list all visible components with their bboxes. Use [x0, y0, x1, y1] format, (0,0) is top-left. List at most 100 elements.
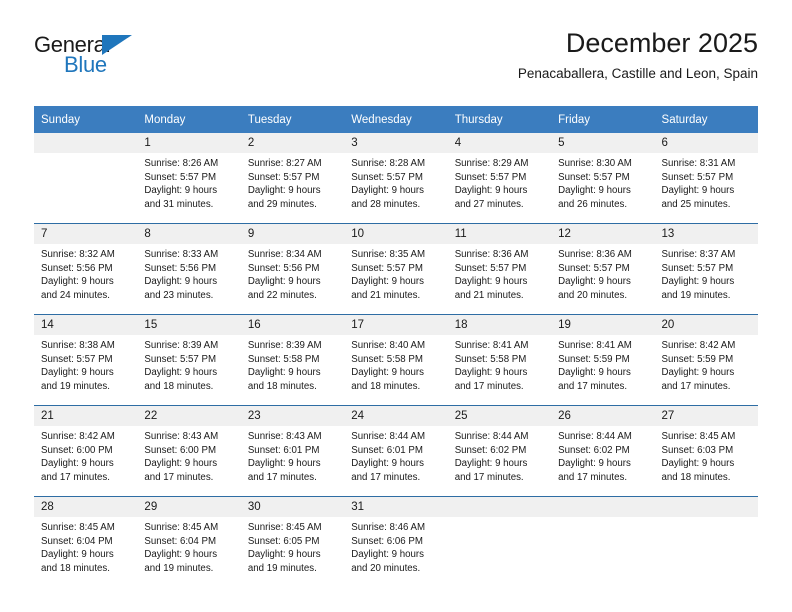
day-sun-info: Sunrise: 8:39 AM Sunset: 5:58 PM Daylight:… [241, 335, 344, 393]
day-daylight-line1-text: Daylight: 9 hours [247, 276, 321, 288]
calendar-day-cell[interactable]: 24 Sunrise: 8:44 AM Sunset: 6:01 PM Dayligh… [344, 405, 448, 497]
calendar-day-cell[interactable]: 9 Sunrise: 8:34 AM Sunset: 5:56 PM Daylight… [240, 223, 345, 315]
day-sun-info: Sunrise: 8:36 AM Sunset: 5:57 PM Daylight:… [551, 244, 654, 302]
calendar-day-cell[interactable]: 16 Sunrise: 8:39 AM Sunset: 5:58 PM Dayligh… [240, 314, 345, 406]
day-sun-info: Sunrise: 8:41 AM Sunset: 5:58 PM Daylight:… [448, 335, 551, 393]
day-number [551, 497, 655, 517]
day-daylight-line1-text: Daylight: 9 hours [144, 276, 218, 288]
calendar-day-cell[interactable]: 31 Sunrise: 8:46 AM Sunset: 6:06 PM Dayligh… [344, 496, 448, 587]
calendar-day-cell[interactable]: 20 Sunrise: 8:42 AM Sunset: 5:59 PM Dayligh… [654, 314, 758, 406]
day-number [654, 497, 758, 517]
day-sunrise-text: Sunrise: 8:45 AM [41, 522, 115, 533]
day-sunset-text: Sunset: 5:56 PM [144, 262, 217, 274]
weekday-header-row: Sunday Monday Tuesday Wednesday Thursday Frid… [34, 106, 758, 133]
day-daylight-line2-text: and 17 minutes. [454, 471, 524, 483]
calendar-day-cell[interactable]: 1 Sunrise: 8:26 AM Sunset: 5:57 PM Daylight… [137, 133, 241, 224]
day-number: 12 [551, 224, 655, 244]
calendar-table: Sunday Monday Tuesday Wednesday Thursday Frid… [34, 106, 758, 587]
calendar-day-cell[interactable]: 21 Sunrise: 8:42 AM Sunset: 6:00 PM Dayligh… [34, 405, 138, 497]
day-number: 24 [344, 406, 448, 426]
day-number: 21 [34, 406, 138, 426]
calendar-day-cell[interactable]: 29 Sunrise: 8:45 AM Sunset: 6:04 PM Dayligh… [137, 496, 241, 587]
calendar-day-cell[interactable]: 12 Sunrise: 8:36 AM Sunset: 5:57 PM Dayligh… [551, 223, 655, 315]
calendar-day-cell[interactable]: 14 Sunrise: 8:38 AM Sunset: 5:57 PM Dayligh… [34, 314, 138, 406]
day-sunrise-text: Sunrise: 8:28 AM [351, 158, 426, 169]
calendar-day-cell[interactable]: 3 Sunrise: 8:28 AM Sunset: 5:57 PM Daylight… [344, 133, 448, 224]
calendar-day-cell[interactable]: 5 Sunrise: 8:30 AM Sunset: 5:57 PM Daylight… [551, 133, 655, 224]
calendar-day-cell[interactable]: 26 Sunrise: 8:44 AM Sunset: 6:02 PM Dayligh… [551, 405, 655, 497]
calendar-day-cell[interactable]: 7 Sunrise: 8:32 AM Sunset: 5:56 PM Daylight… [34, 223, 138, 315]
day-daylight-line2-text: and 29 minutes. [247, 198, 317, 210]
day-sunrise-text: Sunrise: 8:39 AM [144, 340, 219, 351]
day-daylight-line1-text: Daylight: 9 hours [41, 549, 114, 561]
calendar-day-cell[interactable]: 30 Sunrise: 8:45 AM Sunset: 6:05 PM Dayligh… [240, 496, 345, 587]
day-daylight-line2-text: and 24 minutes. [41, 289, 110, 301]
day-number: 23 [240, 406, 345, 426]
calendar-day-cell-empty [447, 496, 552, 587]
day-number: 16 [240, 315, 345, 335]
calendar-day-cell-empty [34, 133, 138, 224]
day-daylight-line1-text: Daylight: 9 hours [351, 367, 424, 379]
calendar-week-row: 28 Sunrise: 8:45 AM Sunset: 6:04 PM Dayligh… [34, 496, 758, 587]
calendar-day-cell[interactable]: 8 Sunrise: 8:33 AM Sunset: 5:56 PM Daylight… [137, 223, 241, 315]
day-number: 6 [654, 133, 758, 153]
day-sunset-text: Sunset: 6:04 PM [144, 535, 217, 547]
day-sun-info: Sunrise: 8:30 AM Sunset: 5:57 PM Daylight:… [551, 153, 654, 211]
page-header: General Blue December 2025 Penacaballera… [34, 26, 758, 96]
day-number [447, 497, 552, 517]
day-number: 9 [240, 224, 345, 244]
day-number: 7 [34, 224, 138, 244]
day-sunset-text: Sunset: 6:02 PM [454, 444, 527, 456]
day-sun-info: Sunrise: 8:42 AM Sunset: 6:00 PM Daylight:… [34, 426, 137, 484]
calendar-day-cell[interactable]: 27 Sunrise: 8:45 AM Sunset: 6:03 PM Dayligh… [654, 405, 758, 497]
day-sun-info: Sunrise: 8:34 AM Sunset: 5:56 PM Daylight:… [241, 244, 344, 302]
day-daylight-line1-text: Daylight: 9 hours [247, 458, 321, 470]
day-daylight-line2-text: and 18 minutes. [661, 471, 731, 483]
day-sun-info: Sunrise: 8:46 AM Sunset: 6:06 PM Daylight:… [344, 517, 447, 575]
day-daylight-line1-text: Daylight: 9 hours [144, 458, 218, 470]
calendar-day-cell[interactable]: 18 Sunrise: 8:41 AM Sunset: 5:58 PM Dayligh… [447, 314, 552, 406]
day-sunset-text: Sunset: 6:01 PM [247, 444, 320, 456]
day-daylight-line2-text: and 17 minutes. [454, 380, 524, 392]
calendar-day-cell[interactable]: 17 Sunrise: 8:40 AM Sunset: 5:58 PM Dayligh… [344, 314, 448, 406]
day-sunrise-text: Sunrise: 8:44 AM [454, 431, 529, 442]
calendar-day-cell[interactable]: 10 Sunrise: 8:35 AM Sunset: 5:57 PM Dayligh… [344, 223, 448, 315]
calendar-day-cell[interactable]: 11 Sunrise: 8:36 AM Sunset: 5:57 PM Dayligh… [447, 223, 552, 315]
day-daylight-line1-text: Daylight: 9 hours [351, 549, 424, 561]
day-number: 2 [240, 133, 345, 153]
calendar-day-cell[interactable]: 13 Sunrise: 8:37 AM Sunset: 5:57 PM Dayligh… [654, 223, 758, 315]
calendar-day-cell[interactable]: 2 Sunrise: 8:27 AM Sunset: 5:57 PM Daylight… [240, 133, 345, 224]
day-sunrise-text: Sunrise: 8:32 AM [41, 249, 115, 260]
calendar-page: General Blue December 2025 Penacaballera… [0, 0, 792, 612]
day-number: 27 [654, 406, 758, 426]
day-sunset-text: Sunset: 5:57 PM [558, 262, 630, 274]
day-number: 22 [137, 406, 241, 426]
day-sun-info: Sunrise: 8:42 AM Sunset: 5:59 PM Daylight:… [655, 335, 758, 393]
page-subtitle: Penacaballera, Castille and Leon, Spain [517, 66, 758, 81]
day-number: 11 [447, 224, 552, 244]
day-sun-info: Sunrise: 8:39 AM Sunset: 5:57 PM Daylight:… [137, 335, 240, 393]
day-number: 19 [551, 315, 655, 335]
day-number: 26 [551, 406, 655, 426]
day-sunrise-text: Sunrise: 8:43 AM [247, 431, 322, 442]
calendar-day-cell[interactable]: 22 Sunrise: 8:43 AM Sunset: 6:00 PM Dayligh… [137, 405, 241, 497]
calendar-day-cell[interactable]: 28 Sunrise: 8:45 AM Sunset: 6:04 PM Dayligh… [34, 496, 138, 587]
day-sunrise-text: Sunrise: 8:33 AM [144, 249, 219, 260]
day-sunrise-text: Sunrise: 8:42 AM [41, 431, 115, 442]
day-daylight-line2-text: and 21 minutes. [351, 289, 421, 301]
calendar-day-cell[interactable]: 15 Sunrise: 8:39 AM Sunset: 5:57 PM Dayligh… [137, 314, 241, 406]
day-sun-info: Sunrise: 8:37 AM Sunset: 5:57 PM Daylight:… [655, 244, 758, 302]
day-sunrise-text: Sunrise: 8:36 AM [454, 249, 529, 260]
calendar-day-cell[interactable]: 6 Sunrise: 8:31 AM Sunset: 5:57 PM Daylight… [654, 133, 758, 224]
calendar-day-cell[interactable]: 25 Sunrise: 8:44 AM Sunset: 6:02 PM Dayligh… [447, 405, 552, 497]
weekday-header-wednesday: Wednesday [344, 106, 448, 133]
calendar-day-cell[interactable]: 23 Sunrise: 8:43 AM Sunset: 6:01 PM Dayligh… [240, 405, 345, 497]
day-daylight-line1-text: Daylight: 9 hours [41, 367, 114, 379]
day-daylight-line2-text: and 19 minutes. [144, 562, 214, 574]
day-daylight-line1-text: Daylight: 9 hours [558, 185, 631, 197]
calendar-day-cell[interactable]: 19 Sunrise: 8:41 AM Sunset: 5:59 PM Dayligh… [551, 314, 655, 406]
day-sunset-text: Sunset: 5:59 PM [661, 353, 734, 365]
calendar-day-cell[interactable]: 4 Sunrise: 8:29 AM Sunset: 5:57 PM Daylight… [447, 133, 552, 224]
day-daylight-line1-text: Daylight: 9 hours [558, 276, 631, 288]
day-daylight-line1-text: Daylight: 9 hours [454, 458, 528, 470]
